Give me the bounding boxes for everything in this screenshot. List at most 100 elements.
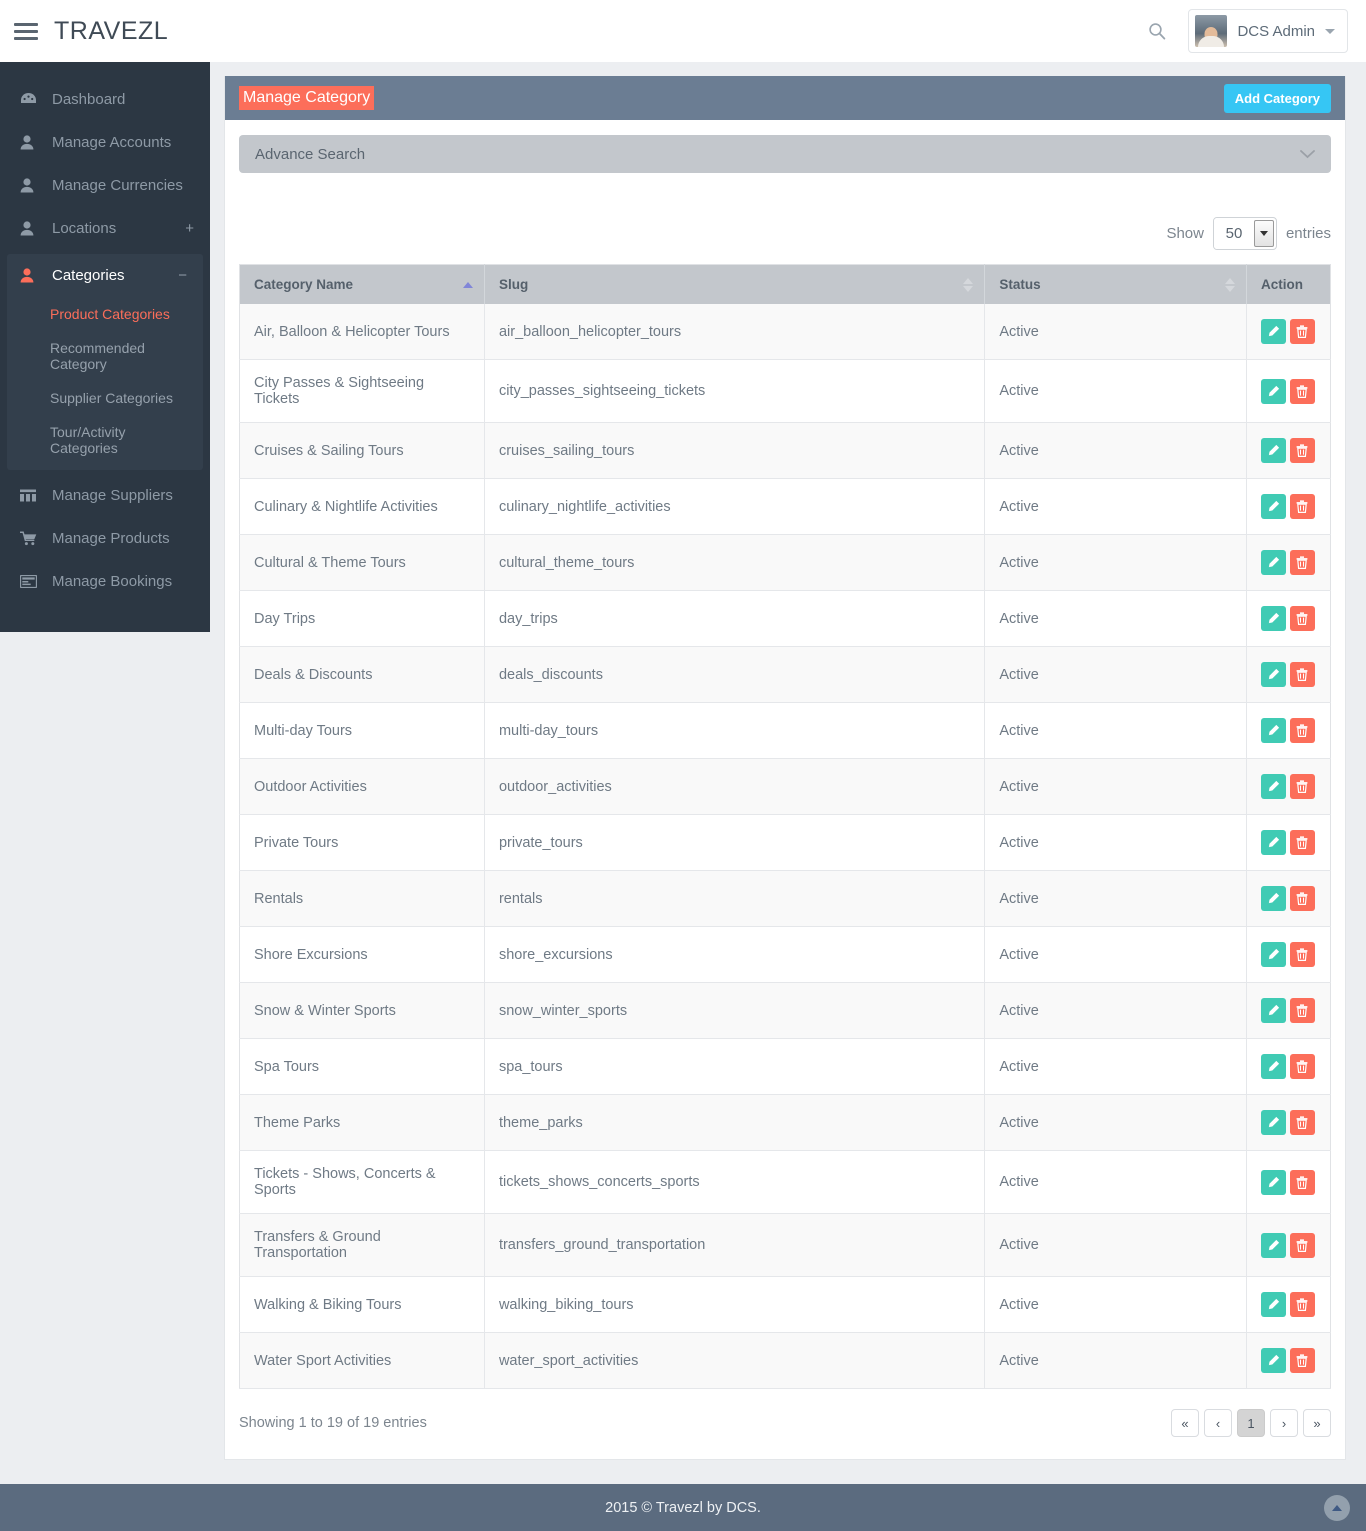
- cell-slug: city_passes_sightseeing_tickets: [484, 359, 986, 423]
- cell-action: [1246, 304, 1331, 360]
- cell-action: [1246, 1094, 1331, 1151]
- cell-category-name: Cruises & Sailing Tours: [239, 422, 485, 479]
- cell-action: [1246, 702, 1331, 759]
- brand-logo[interactable]: TRAVEZL: [54, 17, 168, 46]
- edit-button[interactable]: [1260, 718, 1286, 743]
- edit-button[interactable]: [1260, 1110, 1286, 1135]
- table-row: Air, Balloon & Helicopter Tours air_ballo…: [239, 304, 1331, 360]
- edit-button[interactable]: [1260, 774, 1286, 799]
- edit-button[interactable]: [1260, 1169, 1286, 1195]
- avatar: [1195, 15, 1228, 47]
- search-icon[interactable]: [1142, 16, 1172, 46]
- status-badge: Active: [984, 1038, 1247, 1095]
- chevron-down-icon[interactable]: [1253, 220, 1274, 247]
- column-header-slug[interactable]: Slug: [484, 264, 986, 304]
- scroll-to-top-button[interactable]: [1324, 1494, 1350, 1521]
- table-row: Outdoor Activities outdoor_activities Acti…: [239, 758, 1331, 815]
- delete-button[interactable]: [1289, 550, 1315, 575]
- column-header-status[interactable]: Status: [984, 264, 1247, 304]
- edit-button[interactable]: [1260, 319, 1286, 344]
- topbar-right-group: DCS Admin: [1142, 9, 1348, 53]
- entries-select-value: 50: [1213, 218, 1254, 249]
- column-header-label: Slug: [498, 277, 529, 292]
- pencil-icon: [1267, 1004, 1280, 1017]
- delete-button[interactable]: [1289, 1232, 1315, 1258]
- column-header-label: Status: [999, 277, 1041, 292]
- edit-button[interactable]: [1260, 550, 1286, 575]
- sidebar-item-categories[interactable]: Categories −: [7, 254, 203, 297]
- user-icon: [20, 178, 42, 193]
- sidebar-item-dashboard[interactable]: Dashboard: [0, 78, 210, 121]
- sidebar-group-categories: Categories − Product Categories Recommen…: [7, 254, 203, 470]
- delete-button[interactable]: [1289, 606, 1315, 631]
- sidebar-item-manage-products[interactable]: Manage Products: [0, 517, 210, 560]
- delete-button[interactable]: [1289, 378, 1315, 404]
- pencil-icon: [1267, 1354, 1280, 1367]
- user-menu[interactable]: DCS Admin: [1188, 9, 1348, 53]
- pagination-page-1[interactable]: 1: [1237, 1409, 1265, 1437]
- table-row: City Passes & Sightseeing Tickets city_pa…: [239, 359, 1331, 423]
- entries-select[interactable]: 50: [1212, 217, 1277, 250]
- pagination-first[interactable]: «: [1171, 1409, 1199, 1437]
- sidebar-item-tour-activity-categories[interactable]: Tour/Activity Categories: [7, 415, 203, 470]
- delete-button[interactable]: [1289, 1169, 1315, 1195]
- edit-button[interactable]: [1260, 1292, 1286, 1317]
- pagination-last[interactable]: »: [1303, 1409, 1331, 1437]
- delete-button[interactable]: [1289, 830, 1315, 855]
- pencil-icon: [1267, 1298, 1280, 1311]
- sidebar-item-product-categories[interactable]: Product Categories: [7, 297, 203, 331]
- delete-button[interactable]: [1289, 1110, 1315, 1135]
- sidebar-item-supplier-categories[interactable]: Supplier Categories: [7, 381, 203, 415]
- edit-button[interactable]: [1260, 942, 1286, 967]
- sidebar-item-manage-suppliers[interactable]: Manage Suppliers: [0, 474, 210, 517]
- delete-button[interactable]: [1289, 886, 1315, 911]
- top-navbar: TRAVEZL DCS Admin: [0, 0, 1366, 62]
- chevron-down-icon: [1325, 28, 1335, 34]
- sidebar-item-locations[interactable]: Locations +: [0, 207, 210, 250]
- edit-button[interactable]: [1260, 438, 1286, 463]
- delete-button[interactable]: [1289, 1054, 1315, 1079]
- table-row: Day Trips day_trips Active: [239, 590, 1331, 647]
- delete-button[interactable]: [1289, 998, 1315, 1023]
- column-header-category-name[interactable]: Category Name: [239, 264, 485, 304]
- hamburger-icon[interactable]: [14, 18, 40, 44]
- edit-button[interactable]: [1260, 1054, 1286, 1079]
- edit-button[interactable]: [1260, 830, 1286, 855]
- delete-button[interactable]: [1289, 319, 1315, 344]
- delete-button[interactable]: [1289, 942, 1315, 967]
- pagination-prev[interactable]: ‹: [1204, 1409, 1232, 1437]
- delete-button[interactable]: [1289, 774, 1315, 799]
- edit-button[interactable]: [1260, 606, 1286, 631]
- edit-button[interactable]: [1260, 998, 1286, 1023]
- sidebar-item-manage-accounts[interactable]: Manage Accounts: [0, 121, 210, 164]
- edit-button[interactable]: [1260, 1232, 1286, 1258]
- edit-button[interactable]: [1260, 378, 1286, 404]
- pencil-icon: [1267, 668, 1280, 681]
- table-row: Rentals rentals Active: [239, 870, 1331, 927]
- cell-slug: rentals: [484, 870, 986, 927]
- edit-button[interactable]: [1260, 886, 1286, 911]
- add-category-button[interactable]: Add Category: [1223, 83, 1331, 113]
- sidebar-item-recommended-category[interactable]: Recommended Category: [7, 331, 203, 381]
- delete-button[interactable]: [1289, 438, 1315, 463]
- delete-button[interactable]: [1289, 494, 1315, 519]
- cell-action: [1246, 646, 1331, 703]
- sidebar-item-label: Categories: [52, 267, 125, 284]
- delete-button[interactable]: [1289, 1348, 1315, 1373]
- user-icon: [20, 135, 42, 150]
- table-row: Private Tours private_tours Active: [239, 814, 1331, 871]
- pagination-next[interactable]: ›: [1270, 1409, 1298, 1437]
- edit-button[interactable]: [1260, 1348, 1286, 1373]
- edit-button[interactable]: [1260, 494, 1286, 519]
- edit-button[interactable]: [1260, 662, 1286, 687]
- delete-button[interactable]: [1289, 718, 1315, 743]
- delete-button[interactable]: [1289, 1292, 1315, 1317]
- delete-button[interactable]: [1289, 662, 1315, 687]
- sidebar-item-manage-currencies[interactable]: Manage Currencies: [0, 164, 210, 207]
- pagination: « ‹ 1 › »: [1171, 1409, 1331, 1437]
- pencil-icon: [1267, 556, 1280, 569]
- advance-search-toggle[interactable]: Advance Search: [239, 135, 1331, 173]
- cell-category-name: Walking & Biking Tours: [239, 1276, 485, 1333]
- sidebar-item-label: Manage Bookings: [52, 573, 173, 590]
- sidebar-item-manage-bookings[interactable]: Manage Bookings: [0, 560, 210, 603]
